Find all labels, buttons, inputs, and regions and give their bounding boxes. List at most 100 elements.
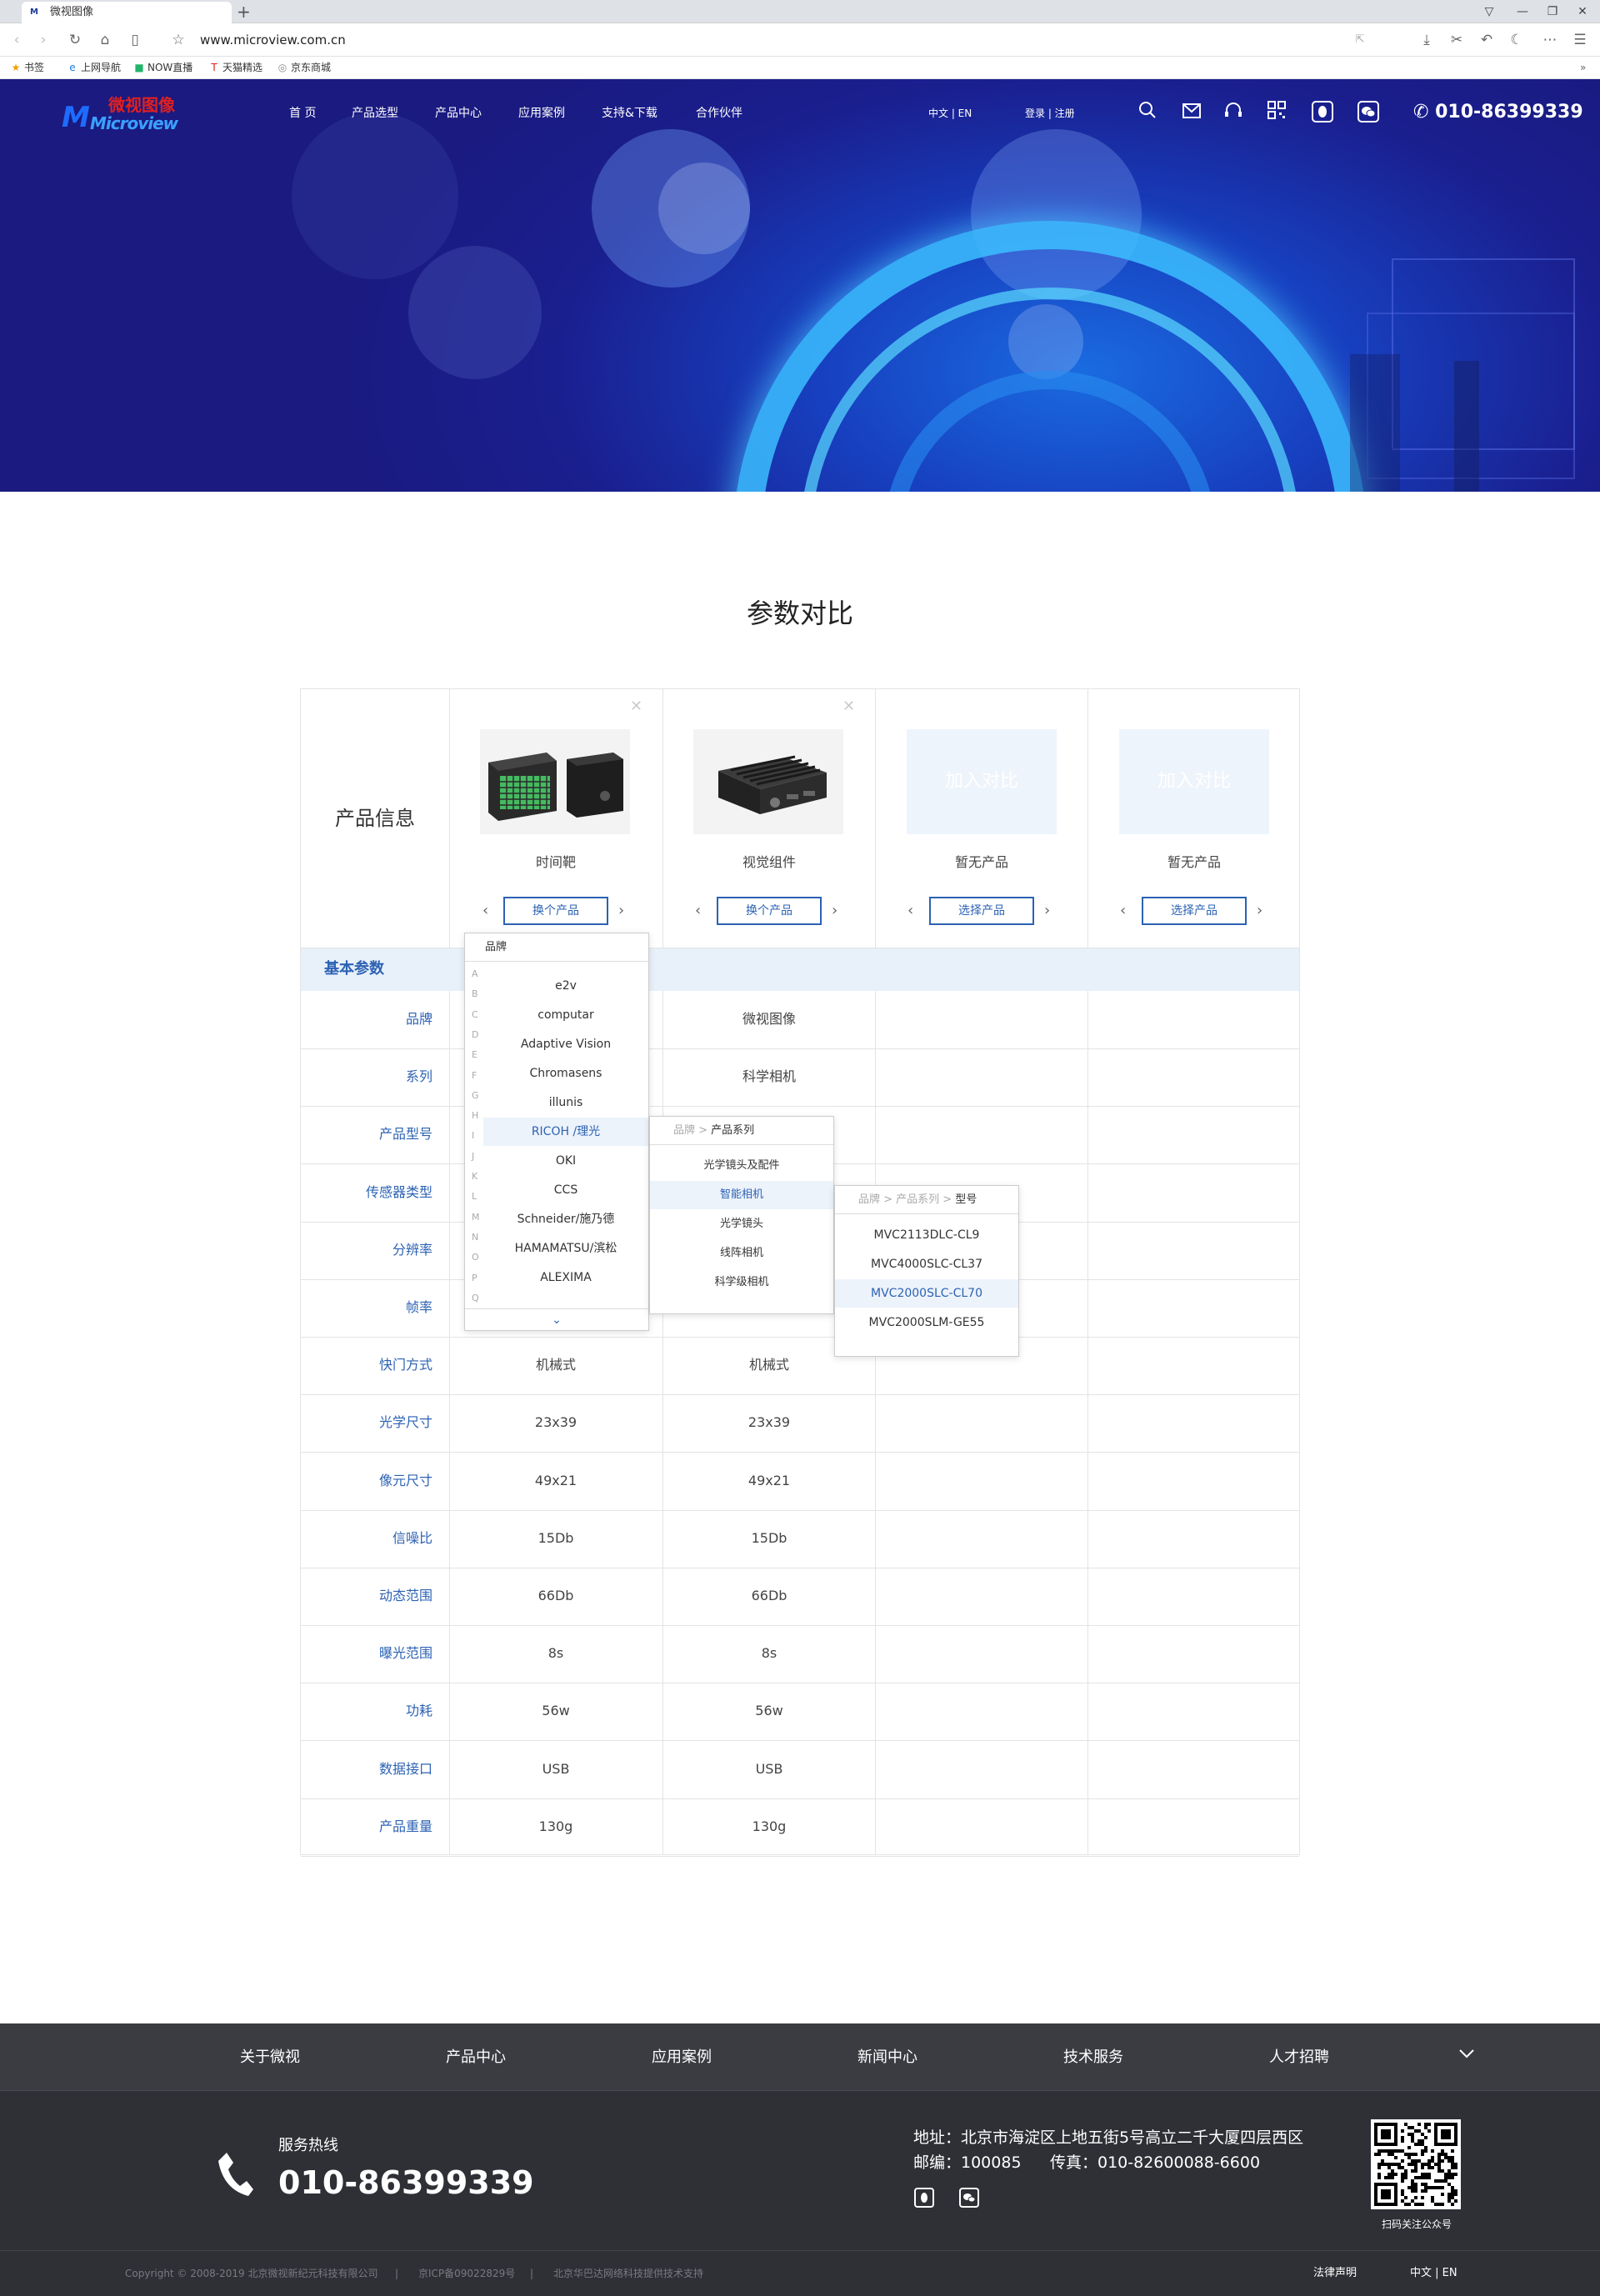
bookmark-item[interactable]: T 天猫精选	[208, 62, 262, 74]
prev-product-icon[interactable]: ‹	[695, 899, 701, 923]
nav-product-center[interactable]: 产品中心	[435, 107, 482, 120]
letter-index[interactable]: Q	[472, 1293, 479, 1304]
select-product-button[interactable]: 选择产品	[929, 897, 1034, 925]
pin-icon[interactable]: ▽	[1477, 0, 1502, 23]
forward-icon[interactable]: ›	[33, 30, 53, 50]
letter-index[interactable]: D	[472, 1029, 478, 1041]
qrcode-icon[interactable]	[1265, 101, 1288, 124]
footer-nav-about[interactable]: 关于微视	[240, 2048, 300, 2067]
footer-nav-products[interactable]: 产品中心	[446, 2048, 506, 2067]
bookmark-item[interactable]: ◎ 京东商城	[277, 62, 331, 74]
brand-option[interactable]: OKI	[483, 1147, 648, 1175]
minimize-icon[interactable]: —	[1510, 0, 1535, 23]
download-icon[interactable]: ⤓	[1417, 30, 1437, 50]
letter-index[interactable]: K	[472, 1171, 478, 1183]
letter-index[interactable]: J	[472, 1151, 474, 1163]
series-option[interactable]: 智能相机	[650, 1181, 833, 1209]
brand-option[interactable]: RICOH /理光	[483, 1118, 648, 1146]
restore-icon[interactable]: ❐	[1540, 0, 1565, 23]
close-window-icon[interactable]: ✕	[1570, 0, 1595, 23]
brand-option[interactable]: Adaptive Vision	[483, 1030, 648, 1058]
site-logo[interactable]: M 微视图像 Microview	[62, 96, 187, 134]
letter-index[interactable]: E	[472, 1049, 478, 1061]
nav-partners[interactable]: 合作伙伴	[696, 107, 742, 120]
brand-option[interactable]: Schneider/施乃德	[483, 1205, 648, 1233]
nav-home[interactable]: 首 页	[289, 107, 316, 120]
footer-nav-news[interactable]: 新闻中心	[858, 2048, 918, 2067]
product-image-time-target[interactable]	[480, 729, 630, 834]
letter-index[interactable]: I	[472, 1130, 474, 1142]
letter-index[interactable]: F	[472, 1070, 477, 1082]
undo-icon[interactable]: ↶	[1477, 30, 1497, 50]
expand-chevron-icon[interactable]	[1457, 2043, 1477, 2068]
letter-index[interactable]: M	[472, 1212, 480, 1223]
more-bookmarks-icon[interactable]: »	[1580, 62, 1586, 74]
series-option[interactable]: 光学镜头	[650, 1210, 833, 1238]
letter-index[interactable]: G	[472, 1090, 479, 1102]
reader-icon[interactable]: ▯	[125, 30, 145, 50]
model-option[interactable]: MVC2000SLC-CL70	[835, 1279, 1018, 1308]
change-product-button[interactable]: 换个产品	[503, 897, 608, 925]
change-product-button[interactable]: 换个产品	[717, 897, 822, 925]
reload-icon[interactable]: ↻	[65, 30, 85, 50]
brand-option[interactable]: Chromasens	[483, 1059, 648, 1088]
footer-nav-cases[interactable]: 应用案例	[652, 2048, 712, 2067]
menu-icon[interactable]: ☰	[1570, 30, 1590, 50]
bookmark-item[interactable]: ■ NOW直播	[133, 62, 192, 74]
qq-icon[interactable]	[914, 2188, 934, 2208]
nav-support[interactable]: 支持&下载	[602, 107, 658, 120]
nav-product-selection[interactable]: 产品选型	[352, 107, 398, 120]
qq-icon[interactable]	[1311, 101, 1334, 124]
nav-cases[interactable]: 应用案例	[518, 107, 565, 120]
home-icon[interactable]: ⌂	[95, 30, 115, 50]
back-icon[interactable]: ‹	[7, 30, 27, 50]
headset-icon[interactable]	[1222, 101, 1245, 124]
footer-nav-jobs[interactable]: 人才招聘	[1269, 2048, 1329, 2067]
letter-index[interactable]: O	[472, 1252, 479, 1263]
more-icon[interactable]: ⋯	[1540, 30, 1560, 50]
next-product-icon[interactable]: ›	[832, 899, 838, 923]
bookmark-item[interactable]: ★ 书签	[10, 62, 44, 74]
new-tab-button[interactable]: +	[237, 0, 251, 23]
brand-option[interactable]: illunis	[483, 1088, 648, 1117]
scissors-icon[interactable]: ✂	[1447, 30, 1467, 50]
series-option[interactable]: 线阵相机	[650, 1239, 833, 1268]
login-register-link[interactable]: 登录 | 注册	[1025, 107, 1075, 120]
footer-nav-tech[interactable]: 技术服务	[1063, 2048, 1123, 2067]
brand-option[interactable]: CCS	[483, 1176, 648, 1204]
browser-tab[interactable]: M 微视图像	[22, 2, 232, 23]
add-to-compare-placeholder[interactable]: 加入对比	[1119, 729, 1269, 834]
model-option[interactable]: MVC2000SLM-GE55	[835, 1308, 1018, 1337]
letter-index[interactable]: C	[472, 1009, 478, 1021]
star-icon[interactable]: ☆	[168, 30, 188, 50]
footer-lang-switch[interactable]: 中文 | EN	[1410, 2268, 1458, 2279]
add-to-compare-placeholder[interactable]: 加入对比	[907, 729, 1057, 834]
icp-link[interactable]: 京ICP备09022829号	[418, 2268, 515, 2279]
letter-index[interactable]: H	[472, 1110, 478, 1122]
series-option[interactable]: 光学镜头及配件	[650, 1152, 833, 1180]
url-field[interactable]: www.microview.com.cn	[200, 33, 346, 47]
share-icon[interactable]: ⇱	[1350, 30, 1370, 50]
prev-product-icon[interactable]: ‹	[1120, 899, 1126, 923]
legal-link[interactable]: 法律声明	[1313, 2268, 1357, 2279]
product-image-vision-module[interactable]	[693, 729, 843, 834]
model-option[interactable]: MVC2113DLC-CL9	[835, 1221, 1018, 1249]
wechat-icon[interactable]	[959, 2188, 979, 2208]
bookmark-item[interactable]: e 上网导航	[67, 62, 121, 74]
letter-index[interactable]: A	[472, 968, 478, 980]
brand-option[interactable]: computar	[483, 1001, 648, 1029]
letter-index[interactable]: N	[472, 1232, 478, 1243]
brand-option[interactable]: e2v	[483, 972, 648, 1000]
remove-product-icon[interactable]: ✕	[630, 698, 642, 715]
series-option[interactable]: 科学级相机	[650, 1268, 833, 1297]
brand-option[interactable]: HAMAMATSU/滨松	[483, 1234, 648, 1263]
brand-option[interactable]: ALEXIMA	[483, 1263, 648, 1292]
next-product-icon[interactable]: ›	[1257, 899, 1262, 923]
search-icon[interactable]	[1136, 101, 1159, 124]
next-product-icon[interactable]: ›	[1044, 899, 1050, 923]
select-product-button[interactable]: 选择产品	[1142, 897, 1247, 925]
mail-icon[interactable]	[1180, 101, 1203, 124]
letter-index[interactable]: B	[472, 988, 478, 1000]
remove-product-icon[interactable]: ✕	[842, 698, 855, 715]
letter-index[interactable]: P	[472, 1273, 478, 1284]
